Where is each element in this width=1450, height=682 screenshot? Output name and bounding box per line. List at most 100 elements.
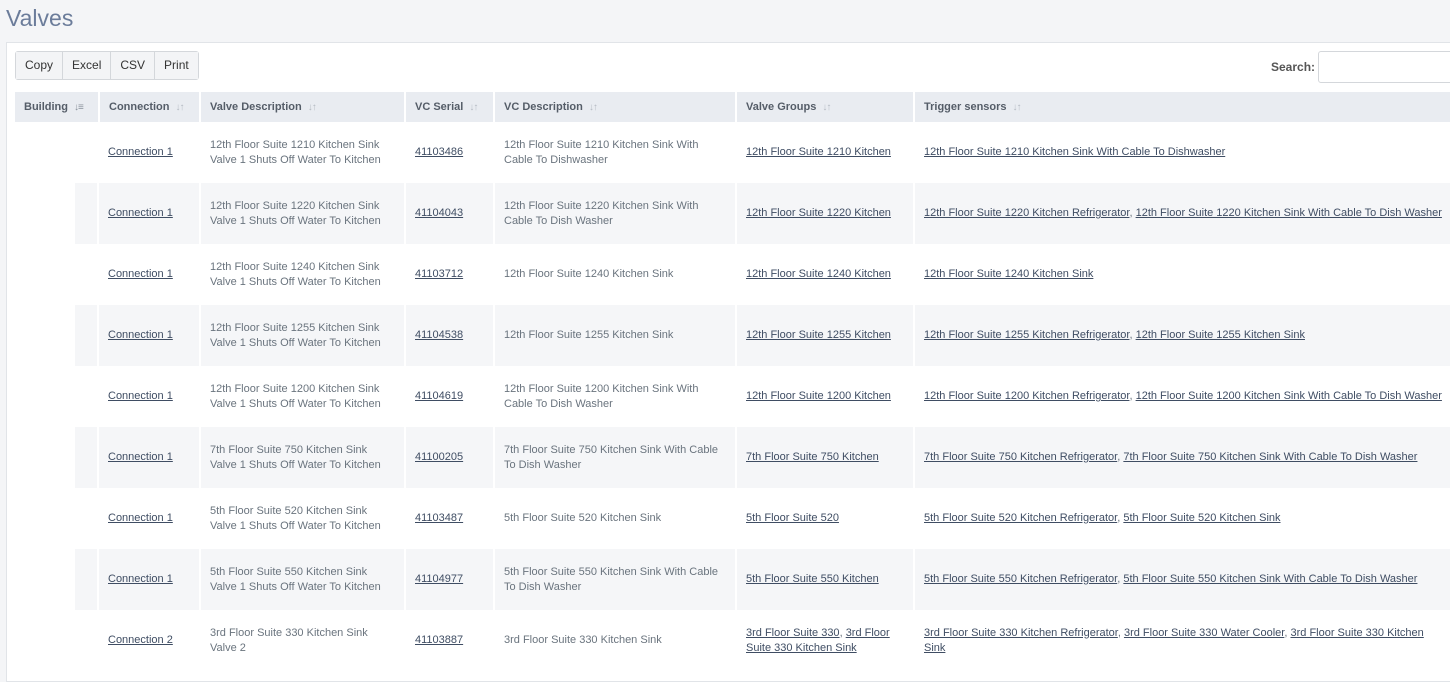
valve-group-link[interactable]: 12th Floor Suite 1240 Kitchen — [746, 268, 891, 280]
trigger-sensor-link[interactable]: 7th Floor Suite 750 Kitchen Sink With Ca… — [1123, 451, 1417, 463]
trigger-sensor-link[interactable]: 5th Floor Suite 520 Kitchen Refrigerator — [924, 512, 1117, 524]
valve-group-link[interactable]: 12th Floor Suite 1255 Kitchen — [746, 329, 891, 341]
cell-vc-description: 5th Floor Suite 550 Kitchen Sink With Ca… — [494, 549, 737, 610]
vc-serial-link[interactable]: 41103486 — [415, 146, 463, 158]
cell-trigger-sensors: 5th Floor Suite 520 Kitchen Refrigerator… — [914, 488, 1450, 549]
column-header-trigger-sensors[interactable]: Trigger sensors ↓↑ — [914, 92, 1450, 122]
cell-vc-serial: 41103712 — [405, 244, 495, 305]
cell-trigger-sensors: 7th Floor Suite 750 Kitchen Refrigerator… — [914, 427, 1450, 488]
vc-description-text: 5th Floor Suite 520 Kitchen Sink — [504, 512, 662, 524]
trigger-sensor-link[interactable]: 5th Floor Suite 520 Kitchen Sink — [1123, 512, 1280, 524]
vc-serial-link[interactable]: 41104043 — [415, 207, 463, 219]
valve-description-text: 5th Floor Suite 550 Kitchen Sink Valve 1… — [210, 565, 381, 593]
vc-serial-link[interactable]: 41104977 — [415, 573, 463, 585]
cell-vc-description: 12th Floor Suite 1220 Kitchen Sink With … — [494, 183, 737, 244]
column-header-building[interactable]: Building ↓≡ — [15, 92, 100, 122]
export-button-group: Copy Excel CSV Print — [15, 51, 199, 80]
column-header-valve-groups[interactable]: Valve Groups ↓↑ — [736, 92, 915, 122]
cell-valve-description: 12th Floor Suite 1220 Kitchen Sink Valve… — [200, 183, 406, 244]
sort-icon: ↓↑ — [822, 102, 831, 113]
valve-group-link[interactable]: 12th Floor Suite 1220 Kitchen — [746, 207, 891, 219]
cell-trigger-sensors: 12th Floor Suite 1255 Kitchen Refrigerat… — [914, 305, 1450, 366]
table-row: Connection 1 12th Floor Suite 1210 Kitche… — [15, 122, 1450, 183]
valve-group-link[interactable]: 5th Floor Suite 520 — [746, 512, 839, 524]
vc-description-text: 5th Floor Suite 550 Kitchen Sink With Ca… — [504, 565, 719, 593]
valve-description-text: 12th Floor Suite 1210 Kitchen Sink Valve… — [210, 138, 381, 166]
cell-trigger-sensors: 5th Floor Suite 550 Kitchen Refrigerator… — [914, 549, 1450, 610]
cell-valve-description: 12th Floor Suite 1240 Kitchen Sink Valve… — [200, 244, 406, 305]
trigger-sensor-link[interactable]: 12th Floor Suite 1220 Kitchen Sink With … — [1136, 207, 1442, 219]
cell-vc-serial: 41104538 — [405, 305, 495, 366]
valve-group-link[interactable]: 7th Floor Suite 750 Kitchen — [746, 451, 879, 463]
cell-building — [15, 610, 99, 671]
cell-vc-serial: 41104619 — [405, 366, 495, 427]
table-row: Connection 1 12th Floor Suite 1240 Kitche… — [15, 244, 1450, 305]
connection-link[interactable]: Connection 2 — [108, 634, 173, 646]
search-label: Search: — [1271, 60, 1316, 74]
cell-valve-groups: 3rd Floor Suite 330, 3rd Floor Suite 330… — [736, 610, 915, 671]
cell-building — [15, 427, 99, 488]
vc-serial-link[interactable]: 41100205 — [415, 451, 463, 463]
trigger-sensor-link[interactable]: 12th Floor Suite 1240 Kitchen Sink — [924, 268, 1093, 280]
valve-group-link[interactable]: 12th Floor Suite 1200 Kitchen — [746, 390, 891, 402]
valve-group-link[interactable]: 3rd Floor Suite 330 — [746, 627, 840, 639]
valve-description-text: 5th Floor Suite 520 Kitchen Sink Valve 1… — [210, 504, 381, 532]
vc-serial-link[interactable]: 41103487 — [415, 512, 463, 524]
trigger-sensor-link[interactable]: 12th Floor Suite 1200 Kitchen Sink With … — [1136, 390, 1442, 402]
csv-button[interactable]: CSV — [111, 52, 156, 79]
cell-connection: Connection 1 — [99, 488, 201, 549]
trigger-sensor-link[interactable]: 5th Floor Suite 550 Kitchen Refrigerator — [924, 573, 1117, 585]
connection-link[interactable]: Connection 1 — [108, 207, 173, 219]
vc-serial-link[interactable]: 41103712 — [415, 268, 463, 280]
cell-vc-description: 12th Floor Suite 1210 Kitchen Sink With … — [494, 122, 737, 183]
column-header-connection[interactable]: Connection ↓↑ — [99, 92, 201, 122]
connection-link[interactable]: Connection 1 — [108, 390, 173, 402]
trigger-sensor-link[interactable]: 12th Floor Suite 1255 Kitchen Sink — [1136, 329, 1305, 341]
trigger-sensor-link[interactable]: 12th Floor Suite 1220 Kitchen Refrigerat… — [924, 207, 1129, 219]
column-header-valve-description[interactable]: Valve Description ↓↑ — [200, 92, 406, 122]
connection-link[interactable]: Connection 1 — [108, 146, 173, 158]
cell-valve-groups: 12th Floor Suite 1240 Kitchen — [736, 244, 915, 305]
sort-icon: ↓↑ — [175, 102, 185, 113]
valve-description-text: 3rd Floor Suite 330 Kitchen Sink Valve 2 — [210, 626, 368, 654]
cell-vc-serial: 41104977 — [405, 549, 495, 610]
column-header-vc-description[interactable]: VC Description ↓↑ — [494, 92, 737, 122]
cell-trigger-sensors: 3rd Floor Suite 330 Kitchen Refrigerator… — [914, 610, 1450, 671]
trigger-sensor-link[interactable]: 3rd Floor Suite 330 Kitchen Refrigerator — [924, 627, 1118, 639]
search-input[interactable] — [1318, 51, 1450, 83]
sort-icon: ↓↑ — [469, 102, 478, 113]
print-button[interactable]: Print — [155, 52, 198, 79]
valve-description-text: 12th Floor Suite 1220 Kitchen Sink Valve… — [210, 199, 381, 227]
table-row: Connection 1 5th Floor Suite 550 Kitchen … — [15, 549, 1450, 610]
trigger-sensor-link[interactable]: 12th Floor Suite 1200 Kitchen Refrigerat… — [924, 390, 1129, 402]
trigger-sensor-link[interactable]: 3rd Floor Suite 330 Water Cooler — [1124, 627, 1284, 639]
vc-description-text: 7th Floor Suite 750 Kitchen Sink With Ca… — [504, 443, 719, 471]
trigger-sensor-link[interactable]: 12th Floor Suite 1210 Kitchen Sink With … — [924, 146, 1225, 158]
connection-link[interactable]: Connection 1 — [108, 329, 173, 341]
cell-vc-description: 12th Floor Suite 1200 Kitchen Sink With … — [494, 366, 737, 427]
connection-link[interactable]: Connection 1 — [108, 573, 173, 585]
valve-group-link[interactable]: 5th Floor Suite 550 Kitchen — [746, 573, 879, 585]
vc-serial-link[interactable]: 41104538 — [415, 329, 463, 341]
table-row: Connection 1 12th Floor Suite 1200 Kitche… — [15, 366, 1450, 427]
vc-description-text: 12th Floor Suite 1220 Kitchen Sink With … — [504, 199, 699, 227]
connection-link[interactable]: Connection 1 — [108, 451, 173, 463]
connection-link[interactable]: Connection 1 — [108, 512, 173, 524]
cell-building — [15, 366, 99, 427]
cell-connection: Connection 1 — [99, 244, 201, 305]
cell-vc-serial: 41100205 — [405, 427, 495, 488]
cell-trigger-sensors: 12th Floor Suite 1210 Kitchen Sink With … — [914, 122, 1450, 183]
cell-building — [15, 549, 99, 610]
vc-serial-link[interactable]: 41103887 — [415, 634, 463, 646]
column-header-vc-serial[interactable]: VC Serial ↓↑ — [405, 92, 495, 122]
trigger-sensor-link[interactable]: 7th Floor Suite 750 Kitchen Refrigerator — [924, 451, 1117, 463]
copy-button[interactable]: Copy — [16, 52, 64, 79]
connection-link[interactable]: Connection 1 — [108, 268, 173, 280]
cell-valve-groups: 5th Floor Suite 550 Kitchen — [736, 549, 915, 610]
excel-button[interactable]: Excel — [63, 52, 112, 79]
cell-trigger-sensors: 12th Floor Suite 1240 Kitchen Sink — [914, 244, 1450, 305]
valve-group-link[interactable]: 12th Floor Suite 1210 Kitchen — [746, 146, 891, 158]
vc-serial-link[interactable]: 41104619 — [415, 390, 463, 402]
trigger-sensor-link[interactable]: 12th Floor Suite 1255 Kitchen Refrigerat… — [924, 329, 1129, 341]
trigger-sensor-link[interactable]: 5th Floor Suite 550 Kitchen Sink With Ca… — [1123, 573, 1417, 585]
